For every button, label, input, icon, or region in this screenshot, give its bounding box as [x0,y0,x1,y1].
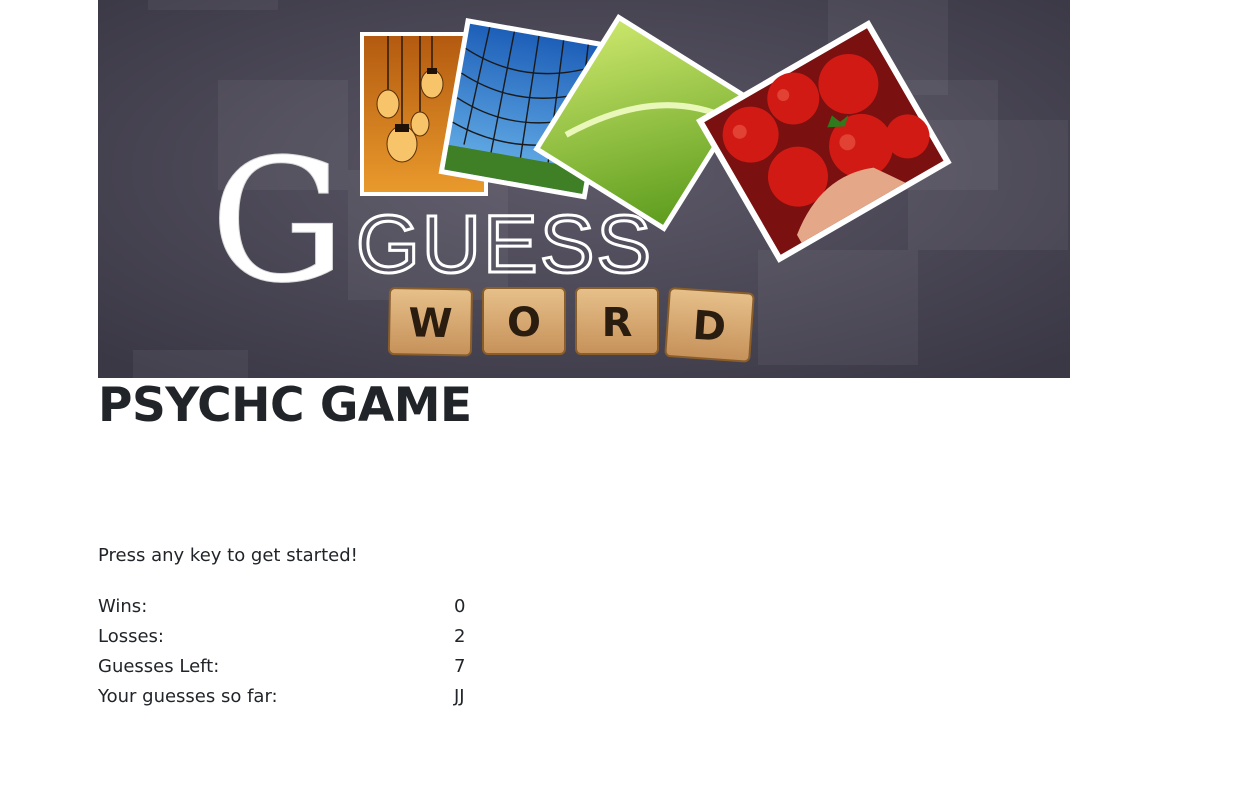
instructions-text: Press any key to get started! [98,545,358,566]
tile-w: W [387,287,473,357]
tile-d: D [664,287,755,363]
svg-text:W: W [408,300,453,347]
page-title: PSYCHC GAME [98,378,472,433]
guesses-so-far-value: JJ [454,686,465,707]
stat-row-losses: Losses: 2 [98,624,498,654]
stat-row-guesses-so-far: Your guesses so far: JJ [98,684,498,714]
stats-panel: Wins: 0 Losses: 2 Guesses Left: 7 Your g… [98,594,498,714]
guesses-left-label: Guesses Left: [98,656,220,677]
guesses-so-far-label: Your guesses so far: [98,686,278,707]
tile-r: R [575,287,659,355]
svg-text:O: O [507,300,541,346]
svg-text:R: R [602,300,633,346]
stat-row-guesses-left: Guesses Left: 7 [98,654,498,684]
guesses-left-value: 7 [454,656,466,677]
tile-o: O [482,287,566,355]
losses-value: 2 [454,626,466,647]
wins-label: Wins: [98,596,148,617]
wins-value: 0 [454,596,466,617]
svg-text:G: G [210,123,346,321]
guess-word-banner: G GUESS W O R D [98,0,1070,378]
stat-row-wins: Wins: 0 [98,594,498,624]
svg-text:GUESS: GUESS [356,199,653,290]
losses-label: Losses: [98,626,164,647]
svg-text:D: D [691,303,727,351]
